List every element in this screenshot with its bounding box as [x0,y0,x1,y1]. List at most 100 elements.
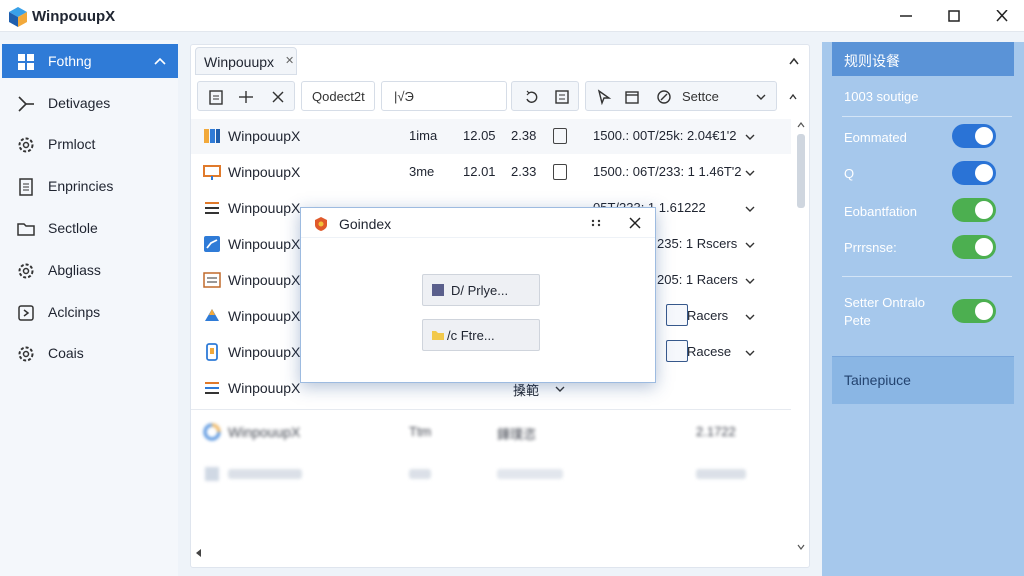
table-row[interactable]: WinpouupX 1ima 12.05 2.38 1500.: 00T/25k… [191,119,791,154]
dialog-menu-icon[interactable] [591,218,601,228]
folder-icon [431,328,445,342]
app-logo-icon [7,6,29,28]
chevron-down-icon[interactable] [745,349,755,357]
tab-close-icon[interactable]: ✕ [285,54,294,67]
dialog-window: Goindex D/ Prlye... /c Ftre... [300,207,656,383]
row-col4: Racers [687,308,729,323]
phone-icon [203,343,221,361]
dialog-folder-button[interactable]: /c Ftre... [422,319,540,351]
sidebar-item-sectlole[interactable]: Sectlole [2,211,178,245]
list-icon[interactable] [554,89,570,105]
sidebar-item-aclcinps[interactable]: Aclcinps [2,295,178,329]
media-icon [431,283,445,297]
sidebar-item-fothng[interactable]: Fothng [2,44,178,78]
row-col4: 1500.: 06T/233: 1 1.46T'2 [593,164,742,179]
search-text: Qodect2t [312,89,365,104]
chevron-down-icon[interactable] [745,241,755,249]
row-name: WinpouupX [228,164,301,180]
maximize-button[interactable] [940,4,968,28]
chevron-down-icon[interactable] [745,133,755,141]
gear-icon [16,261,36,281]
list-doc-icon [203,271,221,289]
filter-field[interactable]: |√Э [381,81,507,111]
row-col1: 3me [409,164,435,179]
toggle-switch[interactable] [952,299,996,323]
tab-winpouupx[interactable]: Winpouupx ✕ [195,47,297,75]
chevron-down-icon[interactable] [555,385,565,393]
app-title: WinpouupX [32,8,116,25]
toggle-switch[interactable] [952,235,996,259]
table-row[interactable]: WinpouupX 3me 12.01 2.33 1500.: 06T/233:… [191,155,791,190]
row-col4: 1500.: 00T/25k: 2.04€1'2 [593,128,737,143]
search-box[interactable]: Qodect2t [301,81,375,111]
row-col3: 2.33 [511,164,537,179]
row-name: WinpouupX [228,308,301,324]
list-doc-icon [203,379,221,397]
horizontal-scrollbar[interactable] [196,548,800,558]
sidebar-item-enprincies[interactable]: Enprincies [2,169,178,203]
chevron-down-icon[interactable] [745,169,755,177]
sidebar-item-abgliass[interactable]: Abgliass [2,253,178,287]
gear-icon [16,344,36,364]
table-row [191,457,791,492]
row-name: WinpouupX [228,380,301,396]
row-col2: 12.01 [463,164,496,179]
sidebar-item-label: Detivages [48,95,111,111]
refresh-icon[interactable] [524,89,540,105]
chevron-down-icon[interactable] [745,205,755,213]
sidebar-item-detivages[interactable]: Detivages [2,86,178,120]
pencil-icon[interactable] [656,89,672,105]
cut-icon[interactable] [270,89,286,105]
toggle-switch[interactable] [952,198,996,222]
toggle-label: Eobantfation [844,204,918,219]
dialog-button-label: /c Ftre... [447,328,495,343]
cursor-icon[interactable] [596,89,612,105]
shield-icon [313,216,329,232]
clipboard-icon[interactable] [208,89,224,105]
calendar-icon[interactable] [624,89,640,105]
dialog-close-icon[interactable] [629,217,641,229]
dialog-play-button[interactable]: D/ Prlye... [422,274,540,306]
toolbar-more-icon[interactable] [789,93,797,101]
split-icon[interactable] [238,89,254,105]
chevron-up-icon [154,56,166,66]
settings-dropdown-label[interactable]: Settce [682,89,719,104]
chevron-down-icon[interactable] [745,313,755,321]
tool-group-settings: Settce [585,81,777,111]
row-col2: 12.05 [463,128,496,143]
close-button[interactable] [988,4,1016,28]
monitor-icon [203,163,221,181]
scrollbar-thumb[interactable] [797,134,805,208]
chevron-down-icon[interactable] [745,277,755,285]
sidebar-item-prmloct[interactable]: Prmloct [2,127,178,161]
sidebar-item-coais[interactable]: Coais [2,336,178,370]
chart-app-icon [203,235,221,253]
folder-icon [16,219,36,239]
minimize-button[interactable] [892,4,920,28]
tool-group-view [511,81,579,111]
toolbar: Qodect2t |√Э Settce [197,81,805,111]
filter-text: |√Э [394,89,414,104]
window-icon [666,340,688,362]
dialog-button-label: D/ Prlye... [451,283,509,298]
table-row[interactable]: WinpouupX Ttm 鏵璞恣 2.1722 [191,415,791,450]
row-name: WinpouupX [228,424,301,440]
row-name: WinpouupX [228,200,301,216]
dialog-header: Goindex [301,208,655,238]
row-checkbox[interactable] [553,164,567,180]
toggle-switch[interactable] [952,124,996,148]
circle-app-icon [203,423,221,441]
row-name: WinpouupX [228,272,301,288]
collapse-caret-icon[interactable] [789,57,799,65]
toggle-switch[interactable] [952,161,996,185]
sidebar-item-label: Coais [48,345,84,361]
vertical-scrollbar[interactable] [796,118,806,558]
row-checkbox[interactable] [553,128,567,144]
chevron-down-icon[interactable] [756,93,766,101]
panel-footer[interactable]: Tainepiuce [832,356,1014,404]
toggle-label: Setter Ontralo Pete [844,295,925,328]
row-col2: 鏵璞恣 [497,427,537,442]
row-name: WinpouupX [228,344,301,360]
dialog-title: Goindex [339,216,392,232]
row-name: WinpouupX [228,128,301,144]
